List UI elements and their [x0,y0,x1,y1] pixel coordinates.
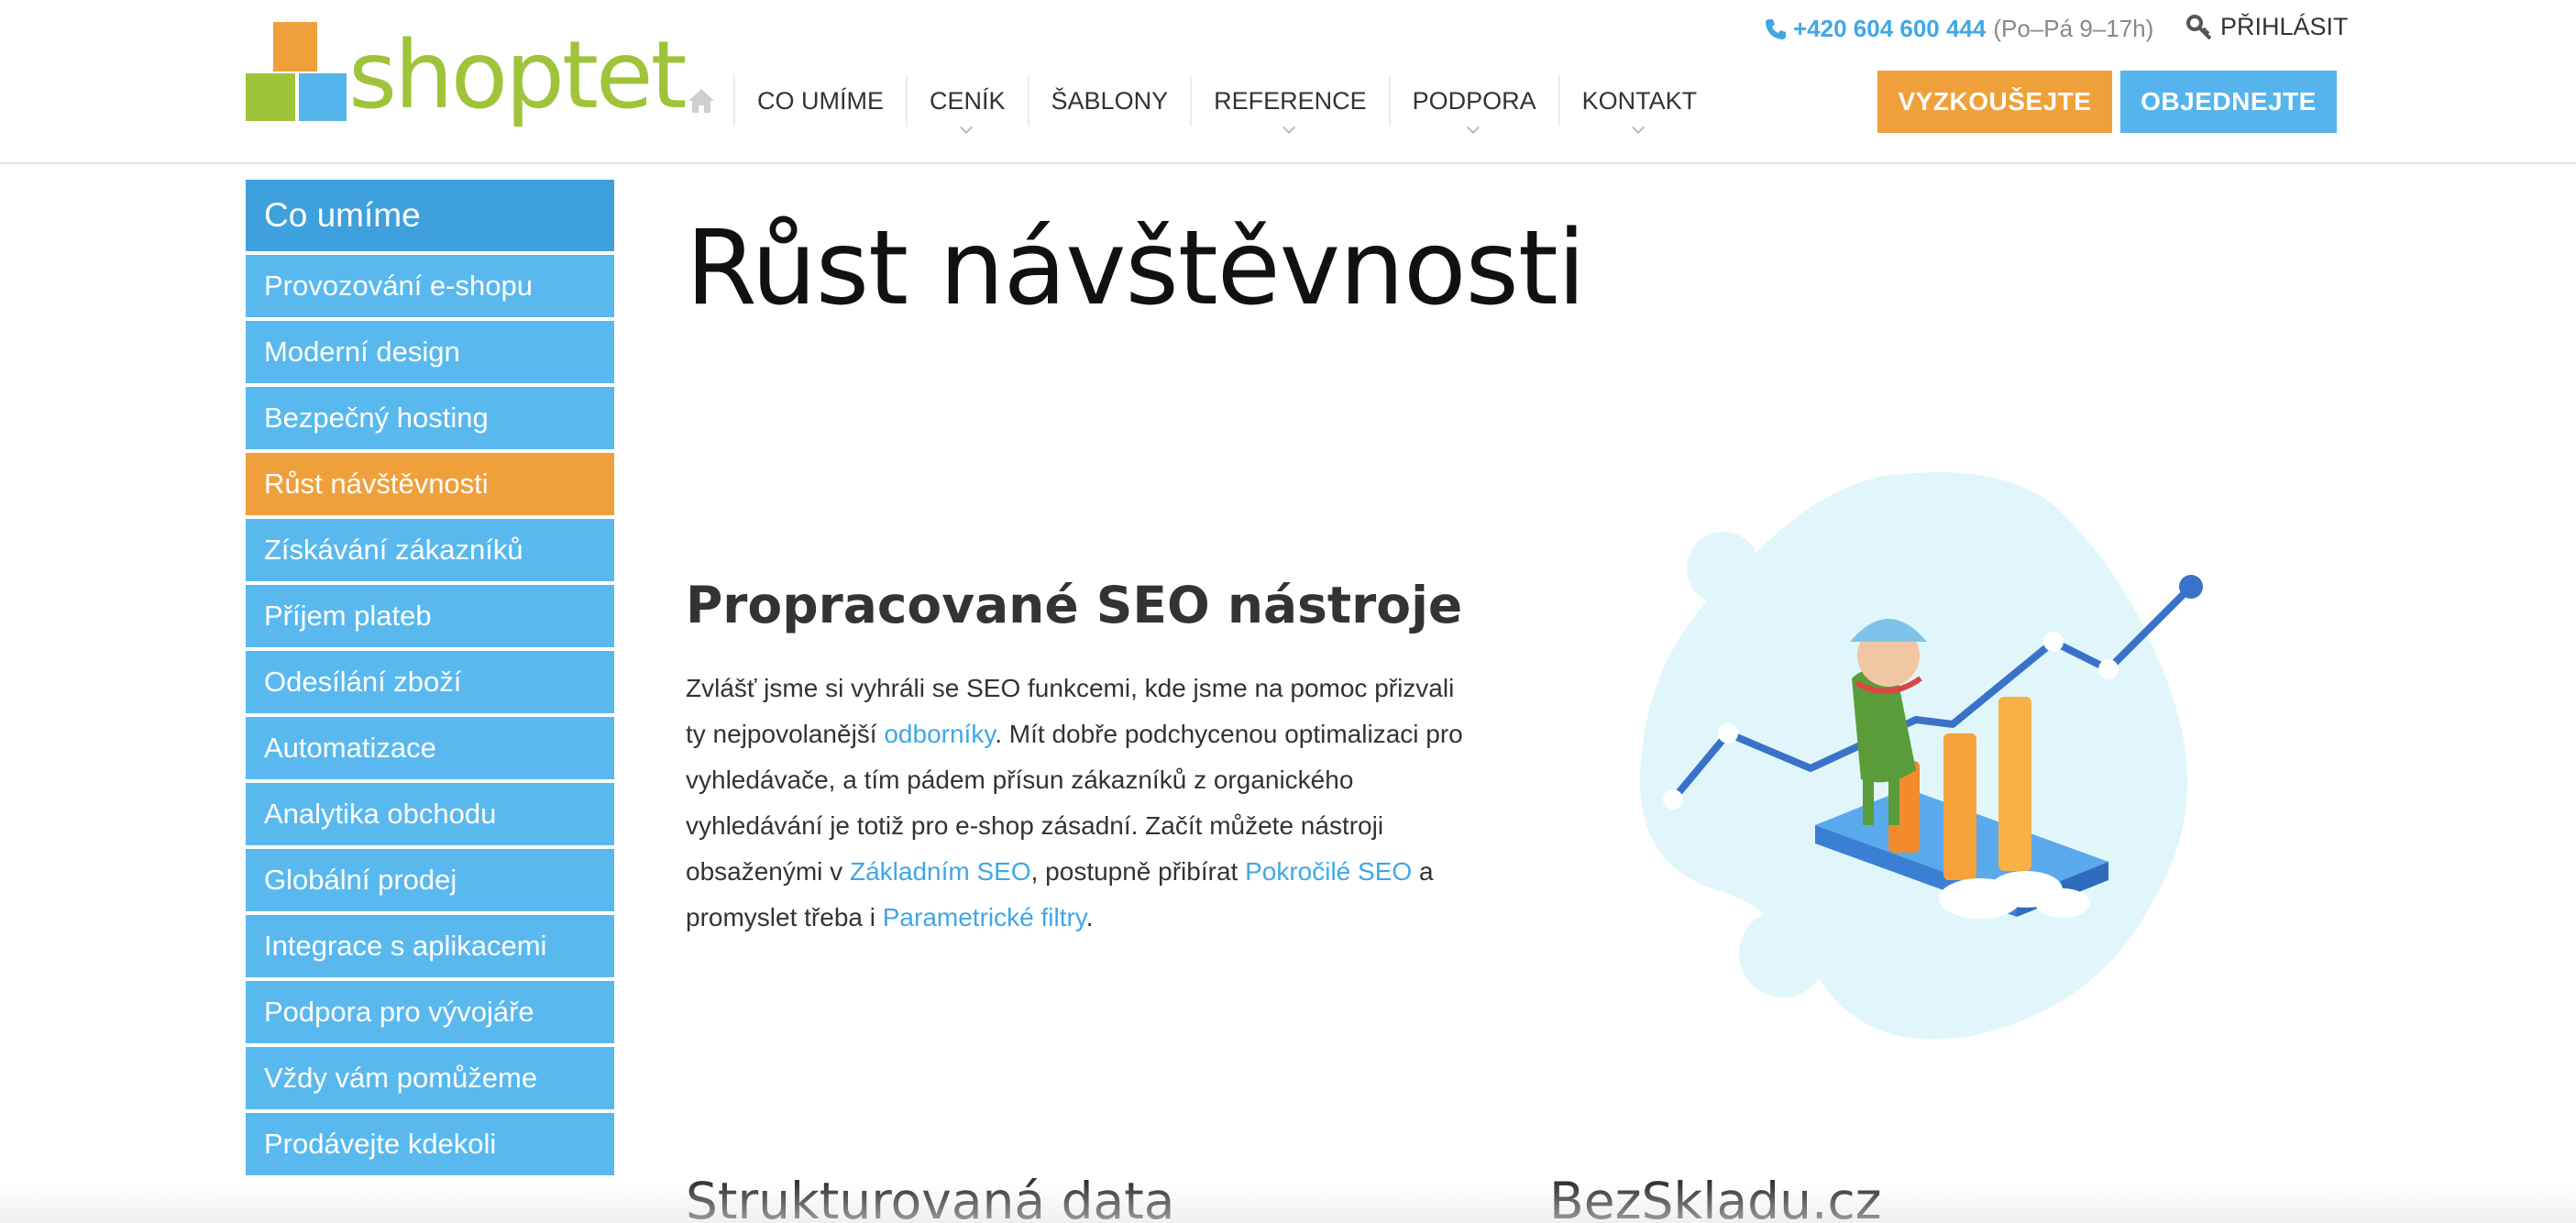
nav-item-cenik[interactable]: CENÍK [906,75,1028,135]
illustration-point [2179,575,2203,599]
key-icon [2186,14,2212,39]
sidebar-item-odesilani[interactable]: Odesílání zboží [246,651,614,713]
sidebar-item-automatizace[interactable]: Automatizace [246,717,614,779]
chevron-down-icon [1632,120,1646,135]
main-nav: CO UMÍME CENÍK ŠABLONY REFERENCE PODPORA… [678,73,1720,135]
nav-label: ŠABLONY [1051,86,1169,115]
section-title-structured-data: Strukturovaná data [686,1172,1175,1223]
bottom-fade [0,1183,2576,1223]
chevron-down-icon [1282,120,1296,135]
page-title: Růst návštěvnosti [686,209,1586,328]
illustration-point [2043,632,2064,652]
shoptet-logo[interactable]: shoptet [246,22,688,138]
section-title: Propracované SEO nástroje [686,576,1463,634]
logo-square-blue [299,73,347,121]
section-title-bezskladu: BezSkladu.cz [1549,1172,1882,1223]
nav-label: KONTAKT [1581,86,1698,115]
nav-label: PODPORA [1412,86,1536,115]
sidebar-item-platby[interactable]: Příjem plateb [246,585,614,647]
sidebar-heading[interactable]: Co umíme [246,180,614,251]
sidebar-item-hosting[interactable]: Bezpečný hosting [246,387,614,449]
illustration-bubble [1687,532,1760,605]
illustration-point [2098,659,2119,679]
sidebar-item-globalni-prodej[interactable]: Globální prodej [246,849,614,911]
order-button[interactable]: OBJEDNEJTE [2120,71,2337,133]
link-odborniky[interactable]: odborníky [884,720,995,748]
sidebar-item-zakaznici[interactable]: Získávání zákazníků [246,519,614,581]
illustration-bar [1998,697,2031,871]
link-parametricke-filtry[interactable]: Parametrické filtry [883,903,1086,931]
chevron-down-icon [1467,120,1481,135]
seo-growth-illustration [1640,472,2203,1040]
try-button[interactable]: VYZKOUŠEJTE [1877,71,2112,133]
nav-label: CENÍK [930,86,1006,115]
sidebar-item-vyvojari[interactable]: Podpora pro vývojáře [246,981,614,1043]
logo-square-green [246,73,295,121]
illustration-point [1663,789,1683,810]
contact-info: +420 604 600 444 (Po–Pá 9–17h) [1764,15,2153,43]
illustration-bar [1943,733,1976,880]
office-hours: (Po–Pá 9–17h) [1993,15,2154,42]
site-header: shoptet CO UMÍME CENÍK ŠABLONY REFERENCE… [0,0,2576,164]
paragraph-text: . [1085,903,1094,931]
nav-item-co-umime[interactable]: CO UMÍME [733,75,906,127]
link-pokrocile-seo[interactable]: Pokročilé SEO [1245,857,1412,886]
nav-item-sablony[interactable]: ŠABLONY [1027,75,1191,127]
sidebar: Co umíme Provozování e-shopu Moderní des… [246,180,614,1179]
sidebar-item-integrace[interactable]: Integrace s aplikacemi [246,915,614,977]
logo-wordmark: shoptet [348,21,688,130]
section-paragraph: Zvlášť jsme si vyhráli se SEO funkcemi, … [686,666,1474,941]
sidebar-item-design[interactable]: Moderní design [246,321,614,383]
paragraph-text: , postupně přibírat [1030,857,1246,886]
login-label: PŘIHLÁSIT [2220,13,2349,40]
login-link[interactable]: PŘIHLÁSIT [2185,13,2349,41]
logo-square-orange [273,22,317,72]
phone-number: +420 604 600 444 [1793,15,1987,42]
home-icon[interactable] [678,75,724,127]
sidebar-item-analytika[interactable]: Analytika obchodu [246,783,614,845]
nav-label: CO UMÍME [757,86,884,115]
nav-label: REFERENCE [1214,86,1367,115]
sidebar-item-pomoc[interactable]: Vždy vám pomůžeme [246,1047,614,1109]
sidebar-item-rust-navstevnosti[interactable]: Růst návštěvnosti [246,453,614,515]
phone-icon [1766,18,1786,39]
sidebar-item-provozovani[interactable]: Provozování e-shopu [246,255,614,317]
illustration-point [1718,723,1738,744]
sidebar-item-kdekoli[interactable]: Prodávejte kdekoli [246,1113,614,1175]
illustration-bubble [1739,909,1827,997]
phone-link[interactable]: +420 604 600 444 [1764,15,1986,43]
illustration-cloud [2035,888,2090,918]
chevron-down-icon [960,120,974,135]
nav-item-reference[interactable]: REFERENCE [1190,75,1389,135]
link-zakladni-seo[interactable]: Základním SEO [850,857,1031,886]
nav-item-podpora[interactable]: PODPORA [1388,75,1558,135]
nav-item-kontakt[interactable]: KONTAKT [1558,75,1720,135]
